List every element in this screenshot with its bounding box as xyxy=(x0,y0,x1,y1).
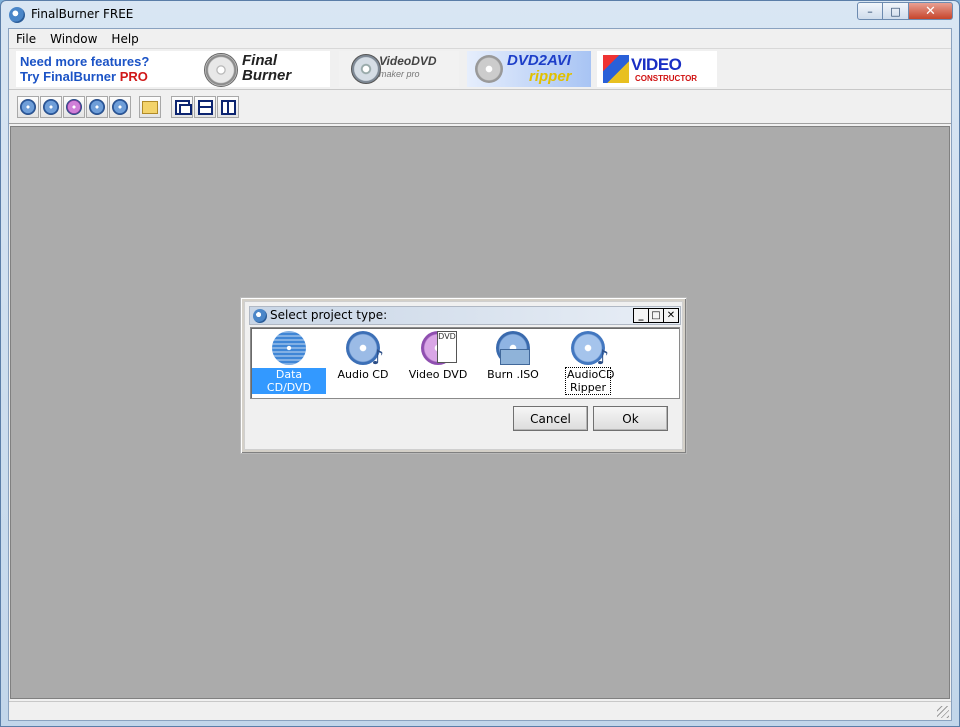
maximize-icon: □ xyxy=(651,309,661,321)
finalburner-app-icon xyxy=(9,7,25,23)
status-bar xyxy=(9,701,951,720)
video-constructor-banner[interactable]: VIDEO CONSTRUCTOR xyxy=(597,51,717,87)
video-dvd-icon xyxy=(66,99,82,115)
minimize-icon: _ xyxy=(638,309,644,321)
title-bar[interactable]: FinalBurner FREE – □ ✕ xyxy=(1,1,959,28)
menu-file[interactable]: File xyxy=(9,29,43,48)
menu-bar: File Window Help xyxy=(9,29,951,49)
video-dvd-icon xyxy=(421,331,457,365)
new-audio-cd-toolbar-button[interactable] xyxy=(40,96,62,118)
project-type-burn-iso[interactable]: Burn .ISO xyxy=(476,331,550,381)
dialog-title-bar[interactable]: Select project type: _ □ ✕ xyxy=(249,306,681,325)
window-caption-buttons: – □ ✕ xyxy=(857,2,953,20)
audiocd-ripper-icon xyxy=(112,99,128,115)
window-title: FinalBurner FREE xyxy=(31,7,134,21)
dvd-disc-icon xyxy=(475,55,503,83)
cascade-icon xyxy=(174,99,192,115)
video-constructor-icon xyxy=(603,55,629,83)
close-icon: ✕ xyxy=(666,309,676,321)
project-type-label: Burn .ISO xyxy=(487,368,539,381)
project-type-label: Audio CD xyxy=(337,368,389,381)
project-type-audiocd-ripper[interactable]: AudioCD Ripper xyxy=(551,331,625,395)
dialog-caption-buttons: _ □ ✕ xyxy=(633,308,679,323)
data-disc-icon xyxy=(20,99,36,115)
promo-line-2: Try FinalBurner PRO xyxy=(20,69,148,84)
video-constructor-logo: VIDEO xyxy=(631,55,682,74)
dialog-minimize-button[interactable]: _ xyxy=(633,308,649,323)
close-button[interactable]: ✕ xyxy=(909,2,953,20)
cancel-button[interactable]: Cancel xyxy=(513,406,588,431)
ad-banner-row: Need more features? Try FinalBurner PRO … xyxy=(9,50,951,90)
dvd2avi-logo: DVD2AVI xyxy=(507,52,571,69)
cd-disc-icon xyxy=(204,53,238,87)
app-window: FinalBurner FREE – □ ✕ File Window Help … xyxy=(0,0,960,727)
mdi-workspace: Select project type: _ □ ✕ Data CD/DVD ♪… xyxy=(10,126,950,699)
new-video-dvd-toolbar-button[interactable] xyxy=(63,96,85,118)
project-type-video-dvd[interactable]: Video DVD xyxy=(401,331,475,381)
videodvd-maker-banner[interactable]: VideoDVD maker pro xyxy=(339,51,459,87)
folder-icon xyxy=(142,100,158,114)
tile-vertical-button[interactable] xyxy=(217,96,239,118)
dialog-frame: Select project type: _ □ ✕ Data CD/DVD ♪… xyxy=(244,301,683,450)
cascade-windows-button[interactable] xyxy=(171,96,193,118)
project-type-label: AudioCD Ripper xyxy=(565,367,615,395)
burn-iso-toolbar-button[interactable] xyxy=(86,96,108,118)
client-area: File Window Help Need more features? Try… xyxy=(8,28,952,721)
project-type-label: Video DVD xyxy=(408,368,468,381)
dvd2avi-ripper-banner[interactable]: DVD2AVI ripper xyxy=(467,51,591,87)
toolbar xyxy=(9,92,951,124)
menu-help[interactable]: Help xyxy=(104,29,145,48)
video-constructor-subtitle: CONSTRUCTOR xyxy=(635,74,698,83)
audio-cd-icon xyxy=(346,331,384,369)
project-type-audio-cd[interactable]: Audio CD xyxy=(326,331,400,381)
project-type-label: Data CD/DVD xyxy=(252,368,326,394)
promo-line-1: Need more features? xyxy=(20,54,150,69)
close-icon: ✕ xyxy=(925,3,936,19)
minimize-icon: – xyxy=(867,4,873,18)
maximize-icon: □ xyxy=(890,4,901,18)
new-data-cd-toolbar-button[interactable] xyxy=(17,96,39,118)
dialog-maximize-button[interactable]: □ xyxy=(648,308,664,323)
finalburner-logo: Final Burner xyxy=(242,52,292,84)
open-toolbar-button[interactable] xyxy=(139,96,161,118)
dialog-close-button[interactable]: ✕ xyxy=(663,308,679,323)
project-type-data-cd-dvd[interactable]: Data CD/DVD xyxy=(252,331,326,394)
project-type-list: Data CD/DVD Audio CD Video DVD Burn xyxy=(250,327,680,399)
menu-window[interactable]: Window xyxy=(43,29,104,48)
dialog-title: Select project type: xyxy=(270,308,388,322)
dvd-disc-icon xyxy=(351,54,381,84)
burn-iso-icon xyxy=(496,331,530,365)
audio-cd-icon xyxy=(43,99,59,115)
minimize-button[interactable]: – xyxy=(857,2,883,20)
audiocd-ripper-icon xyxy=(571,331,609,369)
burn-iso-icon xyxy=(89,99,105,115)
tile-horizontal-button[interactable] xyxy=(194,96,216,118)
tile-vertical-icon xyxy=(220,99,236,115)
select-project-dialog: Select project type: _ □ ✕ Data CD/DVD ♪… xyxy=(240,297,687,454)
finalburner-dialog-icon xyxy=(253,309,267,323)
tile-horizontal-icon xyxy=(197,99,213,115)
finalburner-pro-banner[interactable]: Need more features? Try FinalBurner PRO … xyxy=(16,51,330,87)
ok-button[interactable]: Ok xyxy=(593,406,668,431)
maximize-button[interactable]: □ xyxy=(883,2,909,20)
audiocd-ripper-toolbar-button[interactable] xyxy=(109,96,131,118)
dvd2avi-ripper-text: ripper xyxy=(529,68,572,85)
resize-grip[interactable] xyxy=(937,706,949,718)
data-disc-icon xyxy=(272,331,306,365)
videodvd-logo: VideoDVD maker pro xyxy=(379,54,437,79)
